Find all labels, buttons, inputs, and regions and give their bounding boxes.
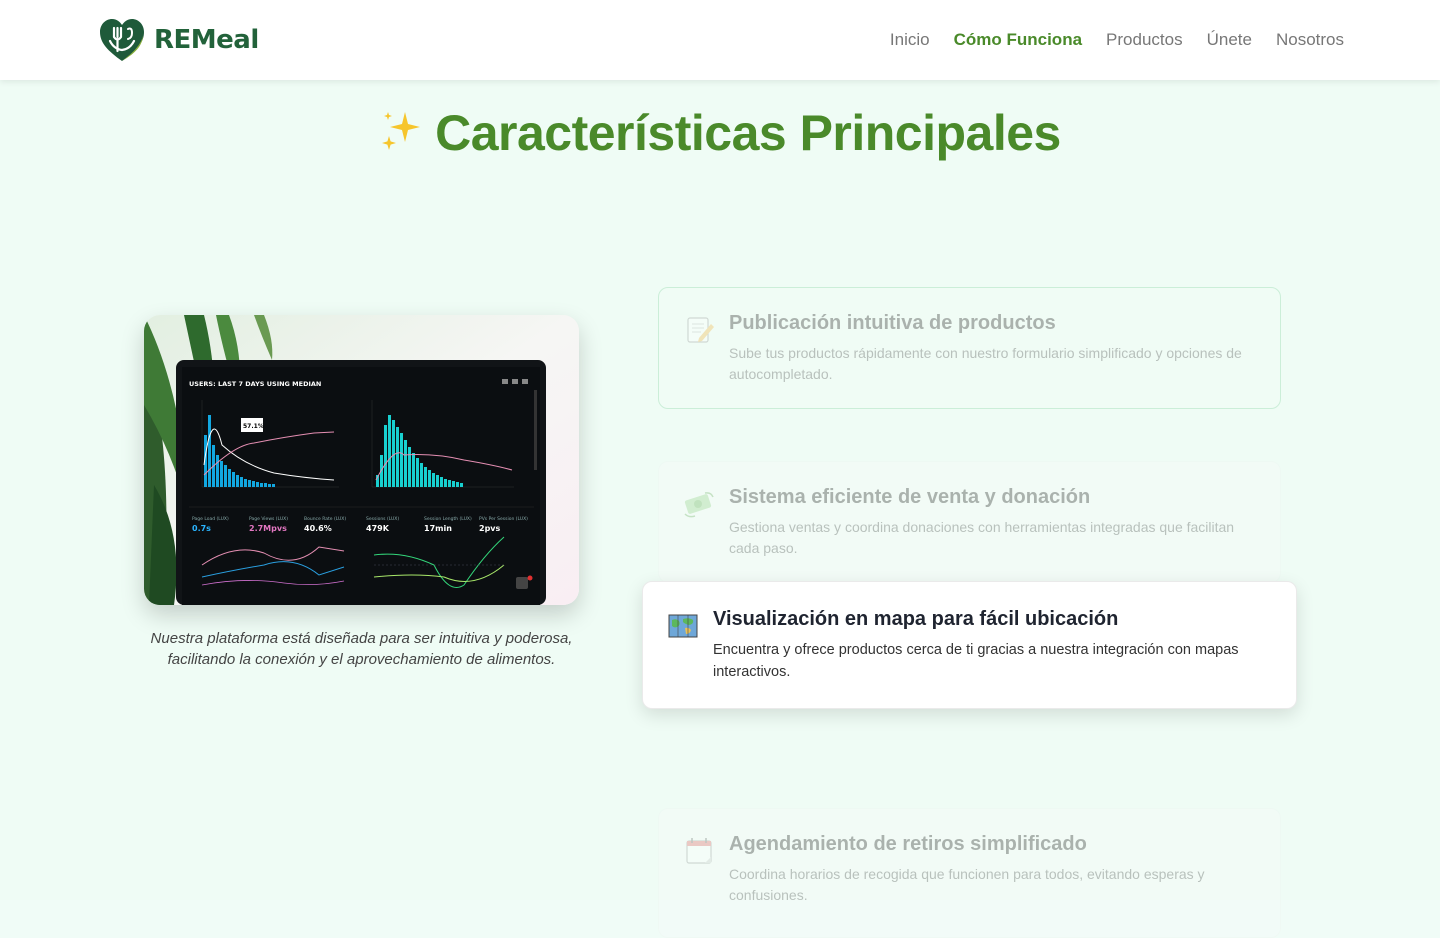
nav-item-unete[interactable]: Únete: [1207, 30, 1252, 50]
feature-text: Sistema eficiente de venta y donación Ge…: [729, 486, 1254, 559]
features-section: Características Principales USERS: LAST …: [0, 80, 1440, 938]
feature-title: Sistema eficiente de venta y donación: [729, 486, 1091, 508]
section-title-container: Características Principales: [0, 104, 1440, 166]
metric-label: Page Load (LUX): [192, 516, 229, 522]
dashboard-image: USERS: LAST 7 DAYS USING MEDIAN 57.1% Pa…: [144, 315, 579, 605]
brand-logo[interactable]: REMeal: [98, 17, 259, 63]
nav-item-inicio[interactable]: Inicio: [890, 30, 930, 50]
nav-item-nosotros[interactable]: Nosotros: [1276, 30, 1344, 50]
sparkles-icon: [379, 108, 425, 166]
metric-label: Bounce Rate (LUX): [304, 516, 346, 522]
metric-label: Session Length (LUX): [424, 516, 472, 522]
feature-title: Publicación intuitiva de productos: [729, 312, 1056, 334]
metric-value: 0.7s: [192, 524, 211, 533]
feature-text: Publicación intuitiva de productos Sube …: [729, 312, 1254, 385]
dashboard-header-text: USERS: LAST 7 DAYS USING MEDIAN: [189, 380, 321, 388]
feature-description: Sube tus productos rápidamente con nuest…: [729, 345, 1242, 382]
metric-value: 2.7Mpvs: [249, 524, 287, 533]
metric-label: Page Views (LUX): [249, 516, 288, 522]
section-title: Características Principales: [435, 105, 1061, 161]
brand-name: REMeal: [154, 25, 259, 55]
money-icon: [683, 488, 715, 520]
main-nav: Inicio Cómo Funciona Productos Únete Nos…: [890, 0, 1344, 80]
metric-label: Sessions (LUX): [366, 516, 399, 522]
metric-value: 17min: [424, 524, 452, 533]
metric-value: 2pvs: [479, 524, 501, 533]
calendar-icon: [683, 835, 715, 867]
feature-title: Visualización en mapa para fácil ubicaci…: [713, 608, 1119, 630]
map-icon: [667, 610, 699, 642]
feature-text: Agendamiento de retiros simplificado Coo…: [729, 833, 1254, 906]
navbar: REMeal Inicio Cómo Funciona Productos Ún…: [0, 0, 1440, 80]
metric-value: 479K: [366, 524, 390, 533]
heart-fork-logo-icon: [100, 19, 144, 61]
notepad-icon: [683, 314, 715, 346]
metric-value: 40.6%: [304, 524, 332, 533]
nav-item-como-funciona[interactable]: Cómo Funciona: [954, 30, 1082, 50]
feature-title: Agendamiento de retiros simplificado: [729, 833, 1087, 855]
feature-description: Encuentra y ofrece productos cerca de ti…: [713, 642, 1239, 680]
metric-label: PVs Per Session (LUX): [479, 516, 528, 522]
feature-card-venta-donacion[interactable]: Sistema eficiente de venta y donación Ge…: [658, 461, 1281, 583]
feature-card-agendamiento[interactable]: Agendamiento de retiros simplificado Coo…: [658, 808, 1281, 938]
feature-card-publicacion[interactable]: Publicación intuitiva de productos Sube …: [658, 287, 1281, 409]
feature-card-mapa[interactable]: Visualización en mapa para fácil ubicaci…: [642, 581, 1297, 709]
image-caption: Nuestra plataforma está diseñada para se…: [150, 630, 573, 668]
nav-item-productos[interactable]: Productos: [1106, 30, 1183, 50]
dashboard-tooltip: 57.1%: [243, 423, 264, 430]
feature-text: Visualización en mapa para fácil ubicaci…: [713, 608, 1270, 683]
feature-description: Gestiona ventas y coordina donaciones co…: [729, 519, 1235, 556]
